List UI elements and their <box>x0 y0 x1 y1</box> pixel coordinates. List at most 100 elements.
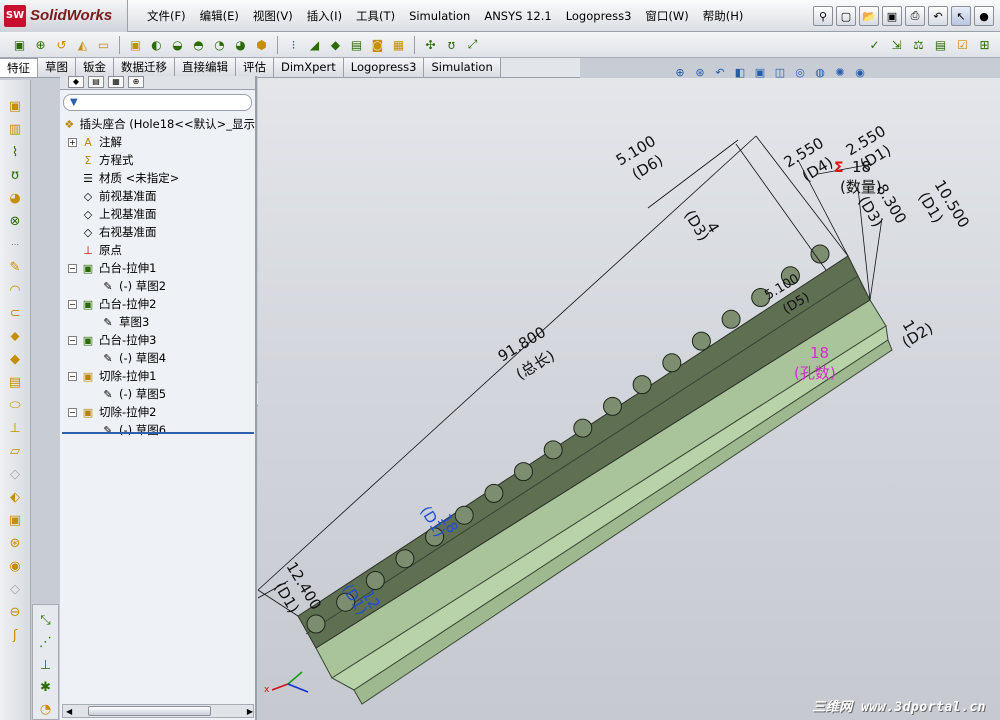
fold-icon[interactable]: ⬭ <box>5 395 25 415</box>
edge-flange-icon[interactable]: ⌇ <box>5 142 25 162</box>
menu-window[interactable]: 窗口(W) <box>638 0 695 32</box>
revolved-boss-icon[interactable]: ⊕ <box>31 35 50 54</box>
tree-filter-input[interactable]: ▼ <box>63 94 252 111</box>
vent-icon[interactable]: ⊛ <box>5 533 25 553</box>
collapse-toggle[interactable]: − <box>68 407 77 417</box>
welded-corner-icon[interactable]: ⬥ <box>5 326 25 346</box>
tab-direct-edit[interactable]: 直接编辑 <box>175 58 236 77</box>
tree-item[interactable]: − ▣ 凸台-拉伸2 <box>62 295 255 313</box>
print-icon[interactable]: ⎙ <box>905 6 925 26</box>
new-document-icon[interactable]: ▢ <box>836 6 856 26</box>
tab-logopress[interactable]: Logopress3 <box>343 58 425 77</box>
menu-insert[interactable]: 插入(I) <box>300 0 349 32</box>
tree-item[interactable]: − ▣ 切除-拉伸2 <box>62 403 255 421</box>
flatten-icon[interactable]: ⊥ <box>5 418 25 438</box>
chamfer-icon[interactable]: ◕ <box>231 35 250 54</box>
menu-logopress[interactable]: Logopress3 <box>559 0 639 32</box>
hole[interactable] <box>662 353 682 373</box>
rollback-bar[interactable] <box>62 432 254 434</box>
hole[interactable] <box>573 418 593 438</box>
check-icon[interactable]: ☑ <box>953 35 972 54</box>
tree-item[interactable]: − ▣ 凸台-拉伸1 <box>62 259 255 277</box>
feature-manager-tab-icon[interactable]: ◆ <box>68 76 84 88</box>
sketch-point-icon[interactable]: ✱ <box>36 678 56 696</box>
options-icon[interactable]: ⊞ <box>975 35 994 54</box>
extruded-boss-icon[interactable]: ▣ <box>10 35 29 54</box>
traffic-light-icon[interactable]: ● <box>974 6 994 26</box>
curves-icon[interactable]: ʊ <box>442 35 461 54</box>
draft-icon[interactable]: ◢ <box>305 35 324 54</box>
hole[interactable] <box>810 244 830 264</box>
property-manager-tab-icon[interactable]: ▤ <box>88 76 104 88</box>
part-3d-view[interactable]: 5.100 (D6) 2.550 (D4) 2.550 (D1) Σ 18 (数… <box>258 78 1000 720</box>
revolved-cut-icon[interactable]: ◐ <box>147 35 166 54</box>
tree-horizontal-scrollbar[interactable]: ◀ ▶ <box>62 704 254 718</box>
menu-help[interactable]: 帮助(H) <box>696 0 751 32</box>
tree-item[interactable]: ☰ 材质 <未指定> <box>62 169 255 187</box>
linear-pattern-icon[interactable]: ⁝ <box>284 35 303 54</box>
hole[interactable] <box>721 309 741 329</box>
forming-tool-icon[interactable]: ▣ <box>5 510 25 530</box>
hole[interactable] <box>306 614 326 634</box>
tree-item[interactable]: ◇ 上视基准面 <box>62 205 255 223</box>
hem-icon[interactable]: ◕ <box>5 188 25 208</box>
hole[interactable] <box>484 483 504 503</box>
tree-item[interactable]: − ▣ 凸台-拉伸3 <box>62 331 255 349</box>
tab-dimxpert[interactable]: DimXpert <box>274 58 344 77</box>
no-bends-icon[interactable]: ▱ <box>5 441 25 461</box>
lofted-boss-icon[interactable]: ◭ <box>73 35 92 54</box>
hole[interactable] <box>514 462 533 482</box>
dim-count-value[interactable]: 18 <box>852 158 871 176</box>
menu-view[interactable]: 视图(V) <box>246 0 300 32</box>
tab-slot-icon[interactable]: ⊖ <box>5 602 25 622</box>
tree-root[interactable]: ❖ 插头座合 (Hole18<<默认>_显示 <box>62 115 255 133</box>
tab-evaluate[interactable]: 评估 <box>236 58 274 77</box>
fillet-icon[interactable]: ◔ <box>210 35 229 54</box>
collapse-toggle[interactable]: − <box>68 335 77 345</box>
hole[interactable] <box>395 549 415 569</box>
scrollbar-thumb[interactable] <box>88 706 211 716</box>
tree-item[interactable]: − ▣ 切除-拉伸1 <box>62 367 255 385</box>
tab-sheet-metal[interactable]: 钣金 <box>76 58 114 77</box>
tab-sketch[interactable]: 草图 <box>38 58 76 77</box>
scroll-left-icon[interactable]: ◀ <box>66 707 72 716</box>
collapse-toggle[interactable]: − <box>68 299 77 309</box>
hole[interactable] <box>632 375 652 395</box>
tree-item[interactable]: Σ 方程式 <box>62 151 255 169</box>
swept-cut-icon[interactable]: ◒ <box>168 35 187 54</box>
menu-edit[interactable]: 编辑(E) <box>193 0 246 32</box>
open-folder-icon[interactable]: 📂 <box>859 6 879 26</box>
sketched-bend-icon[interactable]: ✎ <box>5 257 25 277</box>
lofted-bend-icon[interactable]: ◉ <box>5 556 25 576</box>
tree-item[interactable]: ◇ 右视基准面 <box>62 223 255 241</box>
extra-tool-icon[interactable]: ◔ <box>36 701 56 719</box>
sheet-metal-base-icon[interactable]: ▣ <box>5 96 25 116</box>
tree-item[interactable]: ✎ (-) 草图2 <box>62 277 255 295</box>
configuration-manager-tab-icon[interactable]: ▦ <box>108 76 124 88</box>
break-corner-icon[interactable]: ◆ <box>5 349 25 369</box>
centerline-icon[interactable]: ⋰ <box>36 633 56 651</box>
collapse-toggle[interactable]: − <box>68 371 77 381</box>
instant3d-icon[interactable]: ⤢ <box>463 35 482 54</box>
undo-icon[interactable]: ↶ <box>928 6 948 26</box>
menu-file[interactable]: 文件(F) <box>140 0 193 32</box>
unfold-icon[interactable]: ▤ <box>5 372 25 392</box>
tree-item[interactable]: ◇ 前视基准面 <box>62 187 255 205</box>
boundary-boss-icon[interactable]: ▭ <box>94 35 113 54</box>
swept-flange-icon[interactable]: ʃ <box>5 625 25 645</box>
tab-data-migration[interactable]: 数据迁移 <box>114 58 175 77</box>
dome-icon[interactable]: ◙ <box>368 35 387 54</box>
collapse-toggle[interactable]: − <box>68 263 77 273</box>
dimxpert-manager-tab-icon[interactable]: ⊕ <box>128 76 144 88</box>
hole[interactable] <box>691 331 711 351</box>
shell-icon[interactable]: ⬢ <box>252 35 271 54</box>
menu-ansys[interactable]: ANSYS 12.1 <box>477 0 558 32</box>
hole[interactable] <box>603 396 622 416</box>
pin-icon[interactable]: ⚲ <box>813 6 833 26</box>
select-cursor-icon[interactable]: ↖ <box>951 6 971 26</box>
tree-item[interactable]: ⊥ 原点 <box>62 241 255 259</box>
closed-corner-icon[interactable]: ⊂ <box>5 303 25 323</box>
rib-icon[interactable]: ◆ <box>326 35 345 54</box>
tree-item[interactable]: + A 注解 <box>62 133 255 151</box>
menu-simulation[interactable]: Simulation <box>402 0 477 32</box>
